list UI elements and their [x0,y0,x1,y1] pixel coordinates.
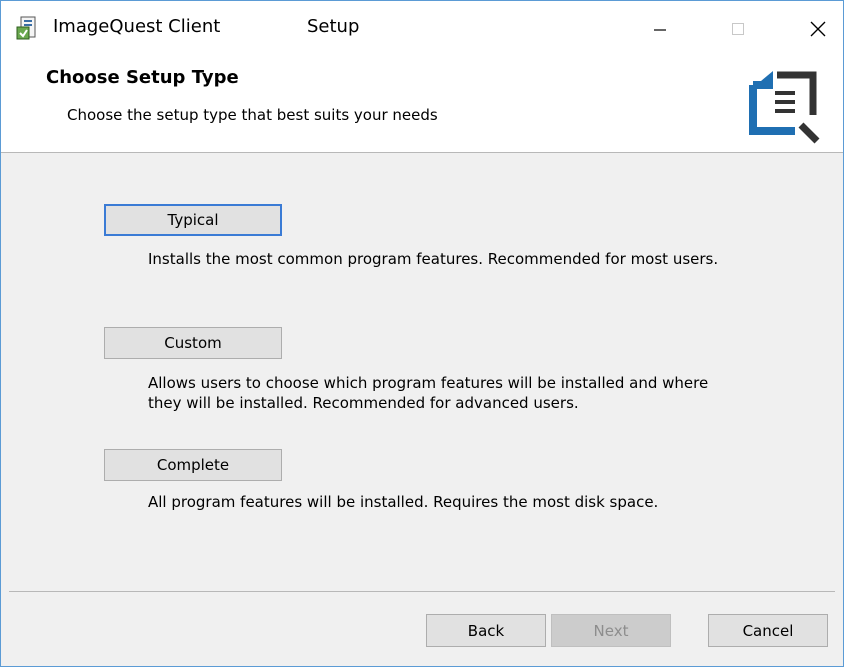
custom-button[interactable]: Custom [104,327,282,359]
typical-description: Installs the most common program feature… [148,250,719,268]
page-title: Choose Setup Type [46,67,239,88]
cancel-button[interactable]: Cancel [708,614,828,647]
window-title: ImageQuest Client [53,16,221,37]
setup-window: ImageQuest Client Setup Choose Setup Typ… [0,0,844,667]
close-button[interactable] [795,1,841,57]
minimize-icon [654,29,666,31]
close-icon [810,21,826,37]
complete-button[interactable]: Complete [104,449,282,481]
footer-divider [9,591,835,592]
page-subtitle: Choose the setup type that best suits yo… [67,106,438,124]
maximize-button[interactable] [715,1,761,57]
window-title-suffix: Setup [307,16,360,37]
back-button[interactable]: Back [426,614,546,647]
custom-description: Allows users to choose which program fea… [148,373,788,413]
maximize-icon [732,23,744,35]
installer-icon [16,16,36,40]
title-bar[interactable]: ImageQuest Client Setup [1,1,843,57]
header-banner: Choose Setup Type Choose the setup type … [1,57,843,153]
minimize-button[interactable] [637,1,683,57]
typical-button[interactable]: Typical [104,204,282,236]
complete-description: All program features will be installed. … [148,493,659,511]
custom-description-line-2: they will be installed. Recommended for … [148,394,579,412]
custom-description-line-1: Allows users to choose which program fea… [148,374,709,392]
document-search-icon [749,71,820,144]
next-button[interactable]: Next [551,614,671,647]
